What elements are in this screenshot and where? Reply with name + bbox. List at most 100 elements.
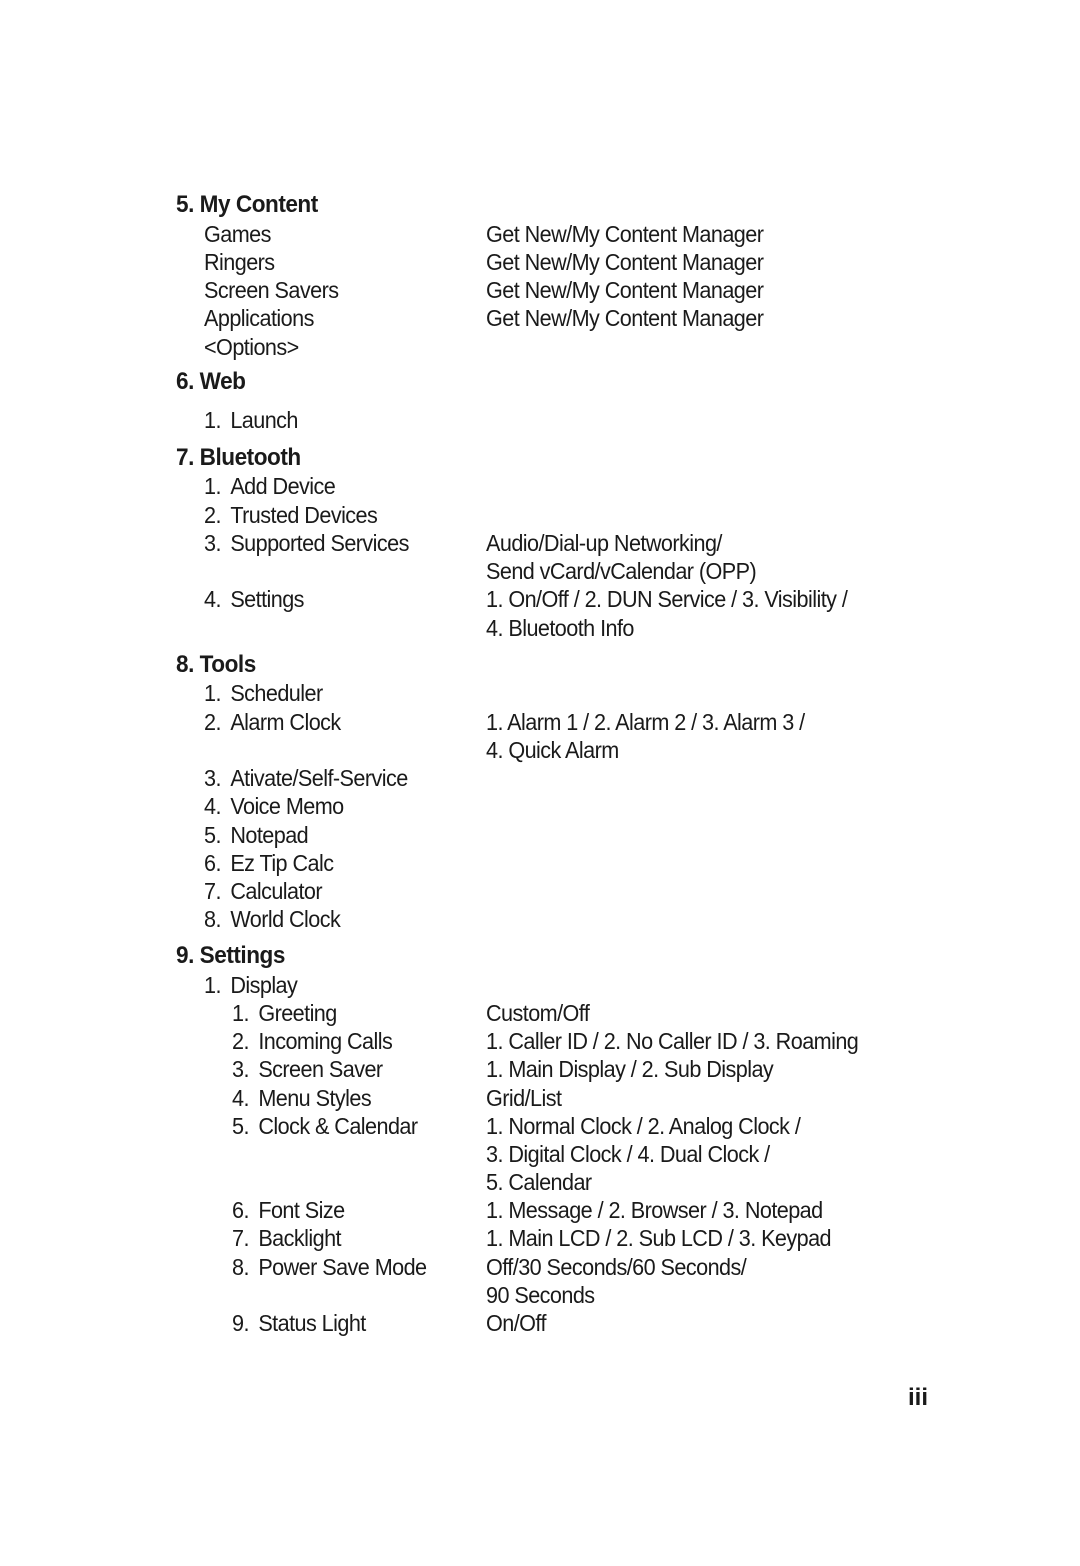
submenu-item: 2. Incoming Calls — [232, 1027, 393, 1055]
submenu-item: 7. Backlight — [232, 1224, 342, 1252]
menu-item: 5. Notepad — [204, 821, 309, 849]
menu-item-label: Incoming Calls — [258, 1028, 393, 1054]
menu-item-value: 1. Message / 2. Browser / 3. Notepad — [486, 1197, 823, 1223]
section-heading-settings: 9. Settings — [176, 942, 285, 969]
menu-item-label: Ativate/Self-Service — [230, 765, 408, 791]
menu-item-label: Games — [204, 221, 271, 247]
menu-item-value: 4. Quick Alarm — [486, 737, 619, 763]
menu-item-label: Ez Tip Calc — [230, 850, 334, 876]
menu-item-number: 1. — [204, 473, 221, 499]
menu-item: 6. Ez Tip Calc — [204, 849, 334, 877]
menu-item-number: 3. — [204, 530, 221, 556]
menu-item-label: Launch — [230, 407, 298, 433]
menu-item-value: 5. Calendar — [486, 1169, 592, 1195]
menu-item-label: Backlight — [258, 1225, 341, 1251]
submenu-item: 5. Clock & Calendar — [232, 1112, 418, 1140]
menu-item-number: 4. — [232, 1085, 249, 1111]
menu-item: 2. Trusted Devices — [204, 501, 378, 529]
menu-item-label: Ringers — [204, 249, 275, 275]
menu-item-value: 1. On/Off / 2. DUN Service / 3. Visibili… — [486, 586, 848, 612]
menu-item-label: <Options> — [204, 334, 299, 360]
submenu-item: 9. Status Light — [232, 1309, 366, 1337]
menu-item-number: 1. — [232, 1000, 249, 1026]
menu-item-label: Applications — [204, 305, 314, 331]
menu-item: 3. Supported Services — [204, 529, 409, 557]
submenu-item: 6. Font Size — [232, 1196, 345, 1224]
menu-item-value: Get New/My Content Manager — [486, 305, 764, 331]
menu-item-value: Grid/List — [486, 1085, 562, 1111]
menu-item-label: Status Light — [258, 1310, 366, 1336]
menu-item-value: 1. Normal Clock / 2. Analog Clock / — [486, 1113, 801, 1139]
menu-item: 8. World Clock — [204, 905, 341, 933]
menu-item-value: On/Off — [486, 1310, 546, 1336]
menu-item-label: Font Size — [258, 1197, 345, 1223]
menu-item: 4. Settings — [204, 585, 305, 613]
manual-page: 5. My Content Games Get New/My Content M… — [0, 0, 1080, 1566]
menu-item-value: 4. Bluetooth Info — [486, 615, 634, 641]
menu-item-number: 9. — [232, 1310, 249, 1336]
menu-item-number: 7. — [232, 1225, 249, 1251]
menu-item-number: 8. — [232, 1254, 249, 1280]
section-heading-bluetooth: 7. Bluetooth — [176, 444, 301, 471]
menu-item-label: World Clock — [230, 906, 341, 932]
menu-item-label: Menu Styles — [258, 1085, 372, 1111]
menu-item-label: Settings — [230, 586, 304, 612]
menu-item-value: Get New/My Content Manager — [486, 221, 764, 247]
menu-item-label: Screen Savers — [204, 277, 339, 303]
menu-item: 1. Add Device — [204, 472, 336, 500]
menu-item-value: 3. Digital Clock / 4. Dual Clock / — [486, 1141, 770, 1167]
menu-item-value: Send vCard/vCalendar (OPP) — [486, 558, 757, 584]
menu-item-value: Get New/My Content Manager — [486, 277, 764, 303]
menu-item-value: 1. Alarm 1 / 2. Alarm 2 / 3. Alarm 3 / — [486, 709, 805, 735]
menu-item-number: 8. — [204, 906, 221, 932]
submenu-item: 1. Greeting — [232, 999, 337, 1027]
menu-item-value: Audio/Dial-up Networking/ — [486, 530, 722, 556]
menu-item-label: Power Save Mode — [258, 1254, 427, 1280]
menu-item-number: 7. — [204, 878, 221, 904]
menu-item-value: 1. Main LCD / 2. Sub LCD / 3. Keypad — [486, 1225, 832, 1251]
menu-item-number: 2. — [204, 709, 221, 735]
menu-item-value: Custom/Off — [486, 1000, 590, 1026]
menu-item-label: Display — [230, 972, 298, 998]
menu-item: 4. Voice Memo — [204, 792, 344, 820]
menu-item-value: 1. Main Display / 2. Sub Display — [486, 1056, 774, 1082]
menu-item-label: Voice Memo — [230, 793, 344, 819]
menu-item-label: Alarm Clock — [230, 709, 341, 735]
menu-item-label: Notepad — [230, 822, 309, 848]
menu-item-label: Add Device — [230, 473, 336, 499]
menu-item: 1. Scheduler — [204, 679, 323, 707]
menu-item-number: 1. — [204, 407, 221, 433]
submenu-item: 3. Screen Saver — [232, 1055, 383, 1083]
menu-item-label: Trusted Devices — [230, 502, 378, 528]
menu-item-label: Clock & Calendar — [258, 1113, 418, 1139]
menu-item-value: 90 Seconds — [486, 1282, 595, 1308]
menu-item-value: Get New/My Content Manager — [486, 249, 764, 275]
menu-item-number: 5. — [232, 1113, 249, 1139]
menu-item-label: Supported Services — [230, 530, 409, 556]
menu-item-number: 4. — [204, 586, 221, 612]
section-heading-tools: 8. Tools — [176, 651, 256, 678]
menu-item-label: Greeting — [258, 1000, 337, 1026]
menu-item-number: 6. — [204, 850, 221, 876]
menu-item-number: 1. — [204, 972, 221, 998]
menu-item-number: 4. — [204, 793, 221, 819]
menu-item-number: 3. — [204, 765, 221, 791]
section-heading-my-content: 5. My Content — [176, 191, 318, 218]
section-heading-web: 6. Web — [176, 368, 246, 395]
menu-item: 1. Display — [204, 971, 298, 999]
menu-item-number: 3. — [232, 1056, 249, 1082]
menu-item: 3. Ativate/Self-Service — [204, 764, 408, 792]
submenu-item: 4. Menu Styles — [232, 1084, 372, 1112]
menu-item-number: 2. — [232, 1028, 249, 1054]
menu-item: 2. Alarm Clock — [204, 708, 341, 736]
menu-item-number: 5. — [204, 822, 221, 848]
menu-item-number: 1. — [204, 680, 221, 706]
menu-item: 7. Calculator — [204, 877, 323, 905]
menu-item-value: Off/30 Seconds/60 Seconds/ — [486, 1254, 747, 1280]
submenu-item: 8. Power Save Mode — [232, 1253, 427, 1281]
menu-item-number: 6. — [232, 1197, 249, 1223]
menu-item-label: Calculator — [230, 878, 323, 904]
menu-item-label: Scheduler — [230, 680, 323, 706]
menu-item-number: 2. — [204, 502, 221, 528]
menu-item-label: Screen Saver — [258, 1056, 383, 1082]
